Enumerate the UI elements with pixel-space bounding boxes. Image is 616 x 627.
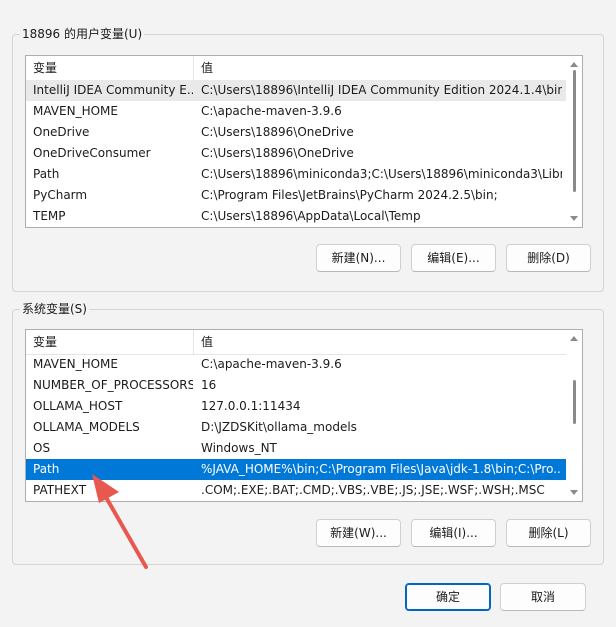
table-row[interactable]: OneDrive C:\Users\18896\OneDrive [26,122,566,143]
column-header-value[interactable]: 值 [194,330,213,354]
system-variables-title: 系统变量(S) [20,302,89,316]
list-header: 变量 值 [26,56,566,81]
variable-name: OLLAMA_HOST [33,399,123,413]
variable-value: 16 [201,378,217,392]
table-row[interactable]: PATHEXT .COM;.EXE;.BAT;.CMD;.VBS;.VBE;.J… [26,480,566,501]
variable-name: IntelliJ IDEA Community E... [33,83,193,97]
table-row-selected[interactable]: Path %JAVA_HOME%\bin;C:\Program Files\Ja… [26,459,566,480]
user-new-button[interactable]: 新建(N)... [316,244,401,272]
variable-value: C:\Users\18896\IntelliJ IDEA Community E… [201,83,562,97]
variable-value: Windows_NT [201,441,277,455]
scroll-up-icon[interactable] [570,336,578,341]
column-header-value[interactable]: 值 [194,56,213,80]
variable-value: C:\Users\18896\OneDrive [201,146,354,160]
user-variables-title: 18896 的用户变量(U) [20,27,145,41]
variable-value: C:\Users\18896\OneDrive [201,125,354,139]
table-row[interactable]: TEMP C:\Users\18896\AppData\Local\Temp [26,206,566,227]
variable-name: OneDriveConsumer [33,146,151,160]
variable-value: C:\Program Files\JetBrains\PyCharm 2024.… [201,188,498,202]
variable-name: TEMP [33,209,66,223]
scroll-up-icon[interactable] [570,62,578,67]
variable-name: PATHEXT [33,483,87,497]
variable-value: %JAVA_HOME%\bin;C:\Program Files\Java\jd… [201,462,562,476]
variable-name: MAVEN_HOME [33,357,118,371]
variable-value: C:\Users\18896\AppData\Local\Temp [201,209,421,223]
variable-name: MAVEN_HOME [33,104,118,118]
table-row[interactable]: NUMBER_OF_PROCESSORS 16 [26,375,566,396]
system-edit-button[interactable]: 编辑(I)... [411,519,496,547]
variable-value: 127.0.0.1:11434 [201,399,301,413]
user-variables-list[interactable]: 变量 值 IntelliJ IDEA Community E... C:\Use… [25,55,583,228]
variable-value: C:\apache-maven-3.9.6 [201,104,342,118]
scroll-down-icon[interactable] [570,216,578,221]
ok-button[interactable]: 确定 [405,583,491,611]
variable-value: C:\apache-maven-3.9.6 [201,357,342,371]
list-header: 变量 值 [26,330,566,355]
vertical-scrollbar[interactable] [566,330,582,501]
table-row[interactable]: IntelliJ IDEA Community E... C:\Users\18… [26,80,566,101]
variable-value: .COM;.EXE;.BAT;.CMD;.VBS;.VBE;.JS;.JSE;.… [201,483,545,497]
scrollbar-thumb[interactable] [573,70,576,192]
user-edit-button[interactable]: 编辑(E)... [411,244,496,272]
table-row[interactable]: MAVEN_HOME C:\apache-maven-3.9.6 [26,354,566,375]
table-row[interactable]: MAVEN_HOME C:\apache-maven-3.9.6 [26,101,566,122]
variable-name: Path [33,462,60,476]
table-row[interactable]: PyCharm C:\Program Files\JetBrains\PyCha… [26,185,566,206]
table-row[interactable]: OLLAMA_MODELS D:\JZDSKit\ollama_models [26,417,566,438]
table-row[interactable]: OS Windows_NT [26,438,566,459]
scrollbar-thumb[interactable] [573,380,576,424]
system-variables-list[interactable]: 变量 值 MAVEN_HOME C:\apache-maven-3.9.6 NU… [25,329,583,502]
variable-name: Path [33,167,60,181]
system-new-button[interactable]: 新建(W)... [316,519,401,547]
column-header-name[interactable]: 变量 [26,56,194,80]
table-row[interactable]: Path C:\Users\18896\miniconda3;C:\Users\… [26,164,566,185]
table-row[interactable]: OneDriveConsumer C:\Users\18896\OneDrive [26,143,566,164]
variable-name: NUMBER_OF_PROCESSORS [33,378,193,392]
vertical-scrollbar[interactable] [566,56,582,227]
system-delete-button[interactable]: 删除(L) [506,519,591,547]
variable-name: OneDrive [33,125,90,139]
variable-name: PyCharm [33,188,88,202]
variable-name: OS [33,441,51,455]
column-header-name[interactable]: 变量 [26,330,194,354]
variable-value: D:\JZDSKit\ollama_models [201,420,357,434]
cancel-button[interactable]: 取消 [500,583,586,611]
scroll-down-icon[interactable] [570,490,578,495]
user-delete-button[interactable]: 删除(D) [506,244,591,272]
variable-name: OLLAMA_MODELS [33,420,140,434]
table-row[interactable]: OLLAMA_HOST 127.0.0.1:11434 [26,396,566,417]
variable-value: C:\Users\18896\miniconda3;C:\Users\18896… [201,167,562,181]
